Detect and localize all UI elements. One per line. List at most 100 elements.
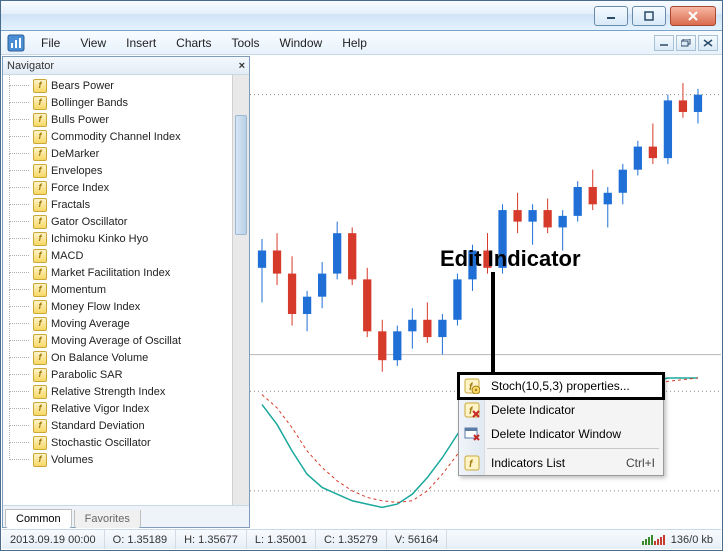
indicator-label: Ichimoku Kinko Hyo <box>51 233 148 245</box>
indicator-item[interactable]: f Commodity Channel Index <box>9 128 232 145</box>
indicator-label: Volumes <box>51 454 93 466</box>
menu-charts[interactable]: Charts <box>166 33 221 53</box>
statusbar: 2013.09.19 00:00 O: 1.35189 H: 1.35677 L… <box>2 529 721 549</box>
indicator-item[interactable]: fBulls Power <box>9 111 232 128</box>
menu-insert[interactable]: Insert <box>116 33 166 53</box>
indicator-label: Parabolic SAR <box>51 369 123 381</box>
indicator-item[interactable]: f Volumes <box>9 451 232 468</box>
indicator-item[interactable]: fRelative Strength Index <box>9 383 232 400</box>
status-volume: V: 56164 <box>387 530 448 549</box>
menu-view[interactable]: View <box>70 33 116 53</box>
navigator-tabs: Common Favorites <box>3 505 249 527</box>
indicator-label: Standard Deviation <box>51 420 145 432</box>
indicator-item[interactable]: fMarket Facilitation Index <box>9 264 232 281</box>
function-icon: f <box>33 96 47 110</box>
window-maximize-button[interactable] <box>632 6 666 26</box>
indicator-item[interactable]: fOn Balance Volume <box>9 349 232 366</box>
indicator-label: MACD <box>51 250 83 262</box>
function-icon: f <box>33 453 47 467</box>
titlebar[interactable] <box>1 1 722 31</box>
function-icon: f <box>33 283 47 297</box>
context-menu-label: Stoch(10,5,3) properties... <box>491 379 630 393</box>
indicator-item[interactable]: fStochastic Oscillator <box>9 434 232 451</box>
context-menu-label: Delete Indicator <box>491 403 575 417</box>
status-low: L: 1.35001 <box>247 530 316 549</box>
context-menu-item[interactable]: fStoch(10,5,3) properties... <box>459 374 663 398</box>
indicator-label: Momentum <box>51 284 106 296</box>
navigator-header[interactable]: Navigator × <box>3 57 249 75</box>
indicator-item[interactable]: fForce Index <box>9 179 232 196</box>
indicator-delete-icon: f <box>464 402 480 418</box>
menu-file[interactable]: File <box>31 33 70 53</box>
function-icon: f <box>33 266 47 280</box>
status-datetime: 2013.09.19 00:00 <box>2 530 105 549</box>
context-menu: fStoch(10,5,3) properties... f Delete Indi… <box>458 373 664 476</box>
indicator-item[interactable]: f Envelopes <box>9 162 232 179</box>
indicator-item[interactable]: f Parabolic SAR <box>9 366 232 383</box>
menu-tools[interactable]: Tools <box>222 33 270 53</box>
indicator-item[interactable]: fBollinger Bands <box>9 94 232 111</box>
indicator-item[interactable]: f Bears Power <box>9 77 232 94</box>
function-icon: f <box>33 130 47 144</box>
context-menu-separator <box>487 448 659 449</box>
context-menu-item[interactable]: Delete Indicator Window <box>459 422 663 446</box>
function-icon: f <box>33 419 47 433</box>
indicator-item[interactable]: f Standard Deviation <box>9 417 232 434</box>
indicator-item[interactable]: fMoving Average <box>9 315 232 332</box>
navigator-panel: Navigator × f Bears Power fBollinger Bands… <box>2 56 250 528</box>
status-close: C: 1.35279 <box>316 530 387 549</box>
indicator-item[interactable]: fRelative Vigor Index <box>9 400 232 417</box>
status-connection: 136/0 kb <box>634 530 721 549</box>
tab-favorites[interactable]: Favorites <box>74 510 141 528</box>
indicator-label: Bulls Power <box>51 114 109 126</box>
indicator-item[interactable]: f Ichimoku Kinko Hyo <box>9 230 232 247</box>
window-minimize-button[interactable] <box>594 6 628 26</box>
function-icon: f <box>33 232 47 246</box>
indicator-item[interactable]: f Momentum <box>9 281 232 298</box>
indicator-label: Gator Oscillator <box>51 216 127 228</box>
function-icon: f <box>33 334 47 348</box>
function-icon: f <box>33 79 47 93</box>
indicator-item[interactable]: fGator Oscillator <box>9 213 232 230</box>
navigator-close-button[interactable]: × <box>239 60 245 72</box>
mdi-restore-button[interactable] <box>676 35 696 51</box>
menu-help[interactable]: Help <box>332 33 377 53</box>
context-menu-label: Delete Indicator Window <box>491 427 621 441</box>
menubar: FileViewInsertChartsToolsWindowHelp <box>1 31 722 55</box>
mdi-minimize-button[interactable] <box>654 35 674 51</box>
indicator-item[interactable]: fDeMarker <box>9 145 232 162</box>
function-icon: f <box>33 385 47 399</box>
status-open: O: 1.35189 <box>105 530 176 549</box>
indicator-item[interactable]: f Moving Average of Oscillat <box>9 332 232 349</box>
mdi-close-button[interactable] <box>698 35 718 51</box>
indicator-item[interactable]: fFractals <box>9 196 232 213</box>
window-delete-icon <box>464 426 480 442</box>
indicator-label: Money Flow Index <box>51 301 140 313</box>
indicator-label: Relative Vigor Index <box>51 403 149 415</box>
annotation-arrow <box>475 272 515 382</box>
indicator-label: Stochastic Oscillator <box>51 437 151 449</box>
menu-window[interactable]: Window <box>270 33 333 53</box>
indicator-label: Bears Power <box>51 80 114 92</box>
function-icon: f <box>33 300 47 314</box>
scrollbar-thumb[interactable] <box>235 115 247 235</box>
function-icon: f <box>33 368 47 382</box>
indicator-label: Moving Average of Oscillat <box>51 335 181 347</box>
function-icon: f <box>33 198 47 212</box>
indicator-label: Envelopes <box>51 165 102 177</box>
indicator-label: Commodity Channel Index <box>51 131 181 143</box>
annotation-label: Edit Indicator <box>440 246 581 272</box>
navigator-scrollbar[interactable] <box>232 75 249 505</box>
function-icon: f <box>33 164 47 178</box>
context-menu-item[interactable]: fIndicators ListCtrl+I <box>459 451 663 475</box>
context-menu-label: Indicators List <box>491 456 565 470</box>
indicator-item[interactable]: fMACD <box>9 247 232 264</box>
indicator-item[interactable]: f Money Flow Index <box>9 298 232 315</box>
tab-common[interactable]: Common <box>5 509 72 528</box>
chart-area[interactable]: Edit Indicator fStoch(10,5,3) properties… <box>250 56 721 528</box>
app-icon <box>7 34 25 52</box>
context-menu-item[interactable]: f Delete Indicator <box>459 398 663 422</box>
indicator-label: Moving Average <box>51 318 130 330</box>
navigator-tree[interactable]: fBears PowerfBollinger BandsfBulls Power… <box>3 75 232 505</box>
window-close-button[interactable] <box>670 6 716 26</box>
